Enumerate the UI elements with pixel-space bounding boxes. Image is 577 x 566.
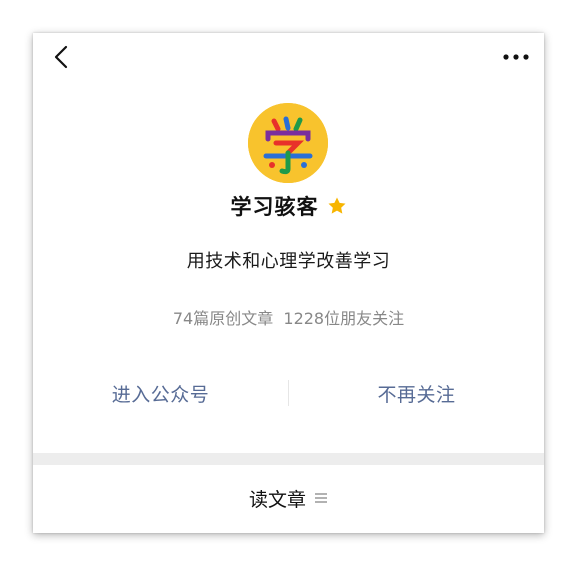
- star-icon[interactable]: [327, 196, 347, 216]
- action-bar: 进入公众号 不再关注: [33, 373, 544, 413]
- avatar-logo-icon: [248, 103, 328, 183]
- read-articles-button[interactable]: 读文章: [33, 478, 544, 518]
- back-button[interactable]: [45, 41, 77, 73]
- more-button[interactable]: [498, 41, 534, 73]
- more-dots-icon: [503, 54, 529, 60]
- list-icon: [315, 493, 327, 503]
- account-name: 学习骇客: [230, 195, 319, 219]
- profile-card: 学习骇客 用技术和心理学改善学习 74篇原创文章 1228位朋友关注 进入公众号…: [33, 33, 544, 533]
- account-bio: 用技术和心理学改善学习: [186, 251, 391, 272]
- unfollow-button[interactable]: 不再关注: [289, 380, 544, 407]
- read-articles-label: 读文章: [248, 488, 306, 511]
- avatar[interactable]: [248, 103, 328, 183]
- enter-account-button[interactable]: 进入公众号: [33, 380, 288, 407]
- chevron-left-icon: [54, 45, 68, 69]
- name-row: 学习骇客: [33, 191, 544, 221]
- account-stats: 74篇原创文章 1228位朋友关注: [172, 309, 405, 328]
- section-divider: [33, 453, 544, 465]
